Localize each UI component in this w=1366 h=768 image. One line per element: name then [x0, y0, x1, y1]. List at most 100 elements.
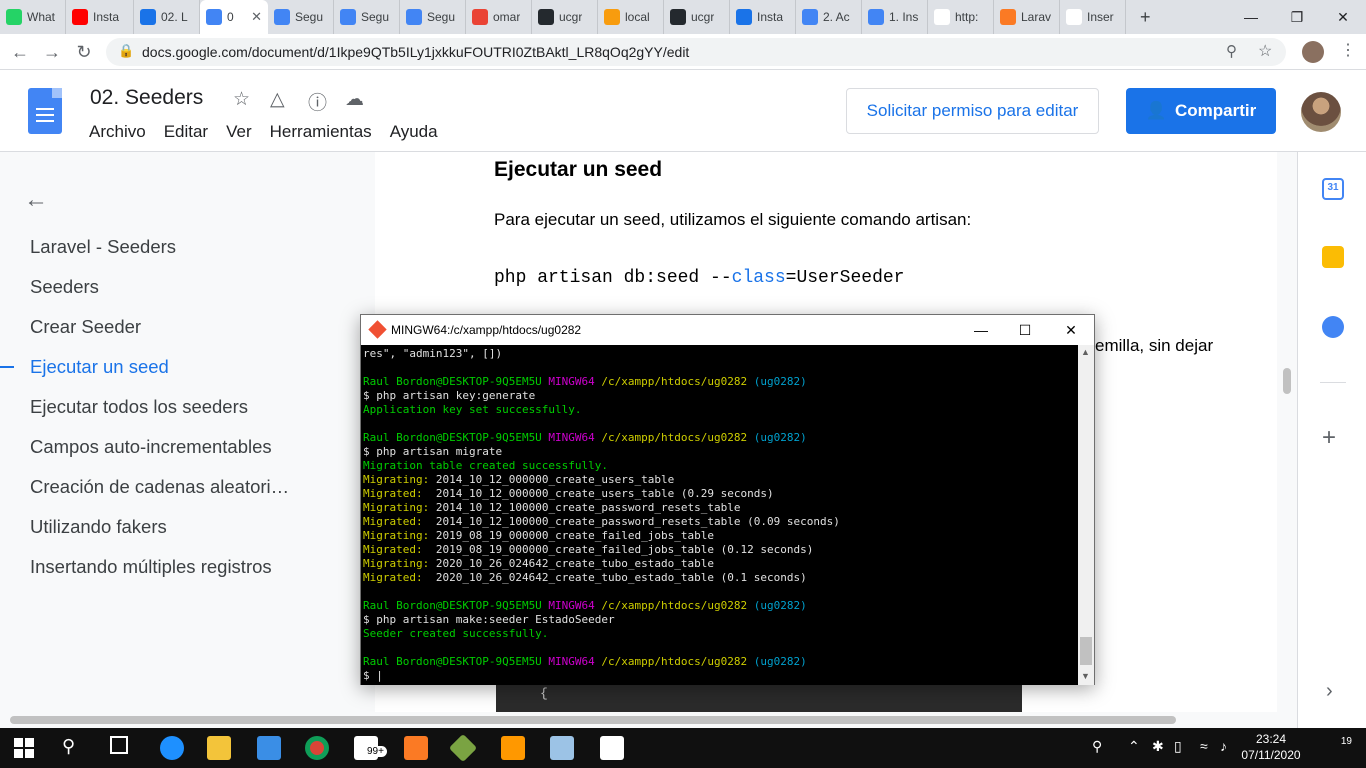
info-icon[interactable]: ⓘ [308, 88, 327, 115]
drive-move-icon[interactable]: △ [270, 88, 285, 111]
outline-item[interactable]: Creación de cadenas aleatori… [30, 476, 289, 498]
keep-icon[interactable] [1322, 246, 1344, 268]
browser-tab[interactable]: 2. Ac [796, 0, 862, 34]
clock[interactable]: 23:24 07/11/2020 [1240, 731, 1302, 763]
browser-tab[interactable]: ucgr [664, 0, 730, 34]
show-hidden-icons-chevron[interactable]: ⌃ [1128, 738, 1140, 755]
reload-icon[interactable]: ↻ [72, 40, 96, 64]
xampp-icon[interactable] [404, 736, 428, 760]
wifi-icon[interactable]: ≈ [1200, 738, 1208, 754]
outline-item[interactable]: Laravel - Seeders [30, 236, 176, 258]
terminal-window[interactable]: MINGW64:/c/xampp/htdocs/ug0282 — ☐ ✕ res… [360, 314, 1095, 685]
tab-label: 02. L [161, 10, 188, 24]
zoom-icon[interactable]: ⚲ [1226, 42, 1237, 60]
photos-icon[interactable] [600, 736, 624, 760]
docs-icon [868, 9, 884, 25]
profile-avatar[interactable] [1302, 41, 1324, 63]
menu-item[interactable]: Ayuda [390, 122, 438, 142]
browser-tab[interactable]: ucgr [532, 0, 598, 34]
browser-tab[interactable]: What [0, 0, 66, 34]
outline-item[interactable]: Ejecutar un seed [30, 356, 169, 378]
code-brace: { [540, 686, 548, 701]
action-center-icon[interactable]: 19 [1324, 736, 1352, 760]
scroll-thumb[interactable] [1080, 637, 1092, 665]
menu-item[interactable]: Ver [226, 122, 252, 142]
scroll-down-icon[interactable]: ▼ [1081, 671, 1090, 681]
document-horizontal-scrollbar[interactable] [0, 712, 1297, 728]
terminal-output[interactable]: res", "admin123", []) Raul Bordon@DESKTO… [361, 345, 1078, 685]
browser-tab[interactable]: 0 ✕ [200, 0, 268, 34]
restore-icon[interactable]: ❐ [1274, 0, 1320, 34]
back-icon[interactable]: ← [8, 40, 32, 64]
document-title[interactable]: 02. Seeders [90, 86, 203, 110]
task-view-icon[interactable] [110, 736, 128, 754]
outline-item[interactable]: Crear Seeder [30, 316, 141, 338]
file-explorer-icon[interactable] [207, 736, 231, 760]
menu-item[interactable]: Herramientas [270, 122, 372, 142]
terminal-close-icon[interactable]: ✕ [1051, 319, 1091, 341]
new-tab-button[interactable]: + [1126, 0, 1165, 34]
close-tab-icon[interactable]: ✕ [251, 9, 262, 25]
cloud-status-icon[interactable]: ☁ [345, 88, 364, 111]
side-panel: 31 + › [1297, 152, 1366, 728]
outline-item[interactable]: Utilizando fakers [30, 516, 167, 538]
scroll-up-icon[interactable]: ▲ [1081, 347, 1090, 357]
browser-tab[interactable]: Insta [66, 0, 134, 34]
bookmark-star-icon[interactable]: ☆ [1258, 41, 1272, 61]
browser-tab[interactable]: 02. L [134, 0, 200, 34]
terminal-cursor-line[interactable]: $ | [363, 669, 1078, 683]
chrome-icon[interactable] [305, 736, 329, 760]
expand-panel-chevron-icon[interactable]: › [1326, 680, 1333, 703]
terminal-maximize-icon[interactable]: ☐ [1005, 319, 1045, 341]
user-avatar[interactable] [1301, 92, 1341, 132]
terminal-minimize-icon[interactable]: — [961, 319, 1001, 341]
browser-tab[interactable]: Insta [730, 0, 796, 34]
star-icon[interactable]: ☆ [233, 88, 250, 111]
people-icon[interactable]: ⚲ [1092, 738, 1102, 755]
scroll-thumb[interactable] [1283, 368, 1291, 394]
bluetooth-icon[interactable]: ✱ [1152, 738, 1164, 755]
url-text[interactable]: docs.google.com/document/d/1Ikpe9QTb5ILy… [142, 44, 689, 60]
browser-tab[interactable]: omar [466, 0, 532, 34]
request-edit-access-button[interactable]: Solicitar permiso para editar [846, 88, 1099, 134]
share-button[interactable]: 👤 Compartir [1126, 88, 1276, 134]
outline-item[interactable]: Campos auto-incrementables [30, 436, 272, 458]
minimize-icon[interactable]: — [1228, 0, 1274, 34]
close-outline-arrow-icon[interactable]: ← [24, 186, 48, 214]
search-icon[interactable]: ⚲ [62, 736, 75, 757]
outline-item[interactable]: Seeders [30, 276, 99, 298]
browser-tab[interactable]: Inser [1060, 0, 1126, 34]
docs-logo-icon[interactable] [28, 88, 62, 134]
notepad-icon[interactable] [550, 736, 574, 760]
browser-tab[interactable]: Segu [334, 0, 400, 34]
add-ons-plus-icon[interactable]: + [1322, 424, 1336, 452]
browser-tab[interactable]: Segu [400, 0, 466, 34]
close-icon[interactable]: ✕ [1320, 0, 1366, 34]
browser-tab[interactable]: Segu [268, 0, 334, 34]
scroll-thumb[interactable] [10, 716, 1176, 724]
sublime-icon[interactable] [501, 736, 525, 760]
menu-item[interactable]: Archivo [89, 122, 146, 142]
menu-dots-icon[interactable]: ⋮ [1340, 40, 1356, 60]
terminal-prompt: Raul Bordon@DESKTOP-9Q5EM5U MINGW64 /c/x… [363, 655, 807, 668]
terminal-titlebar[interactable]: MINGW64:/c/xampp/htdocs/ug0282 — ☐ ✕ [361, 315, 1094, 345]
document-vertical-scrollbar[interactable] [1280, 152, 1296, 712]
browser-tab[interactable]: 1. Ins [862, 0, 928, 34]
edge-icon[interactable] [160, 736, 184, 760]
battery-icon[interactable]: ▯ [1174, 738, 1182, 755]
outline-item[interactable]: Insertando múltiples registros [30, 556, 272, 578]
browser-tab[interactable]: local [598, 0, 664, 34]
git-bash-icon[interactable] [448, 733, 478, 763]
menu-item[interactable]: Editar [164, 122, 208, 142]
omnibox[interactable]: 🔒 docs.google.com/document/d/1Ikpe9QTb5I… [106, 38, 1286, 66]
browser-tab[interactable]: http: [928, 0, 994, 34]
browser-tab[interactable]: Larav [994, 0, 1060, 34]
volume-icon[interactable]: ♪ [1220, 738, 1227, 754]
windows-start-icon[interactable] [14, 738, 34, 758]
calendar-icon[interactable]: 31 [1322, 178, 1344, 200]
outline-item[interactable]: Ejecutar todos los seeders [30, 396, 248, 418]
terminal-scrollbar[interactable]: ▲ ▼ [1078, 345, 1094, 685]
store-icon[interactable] [257, 736, 281, 760]
tasks-icon[interactable] [1322, 316, 1344, 338]
forward-icon[interactable]: → [40, 40, 64, 64]
